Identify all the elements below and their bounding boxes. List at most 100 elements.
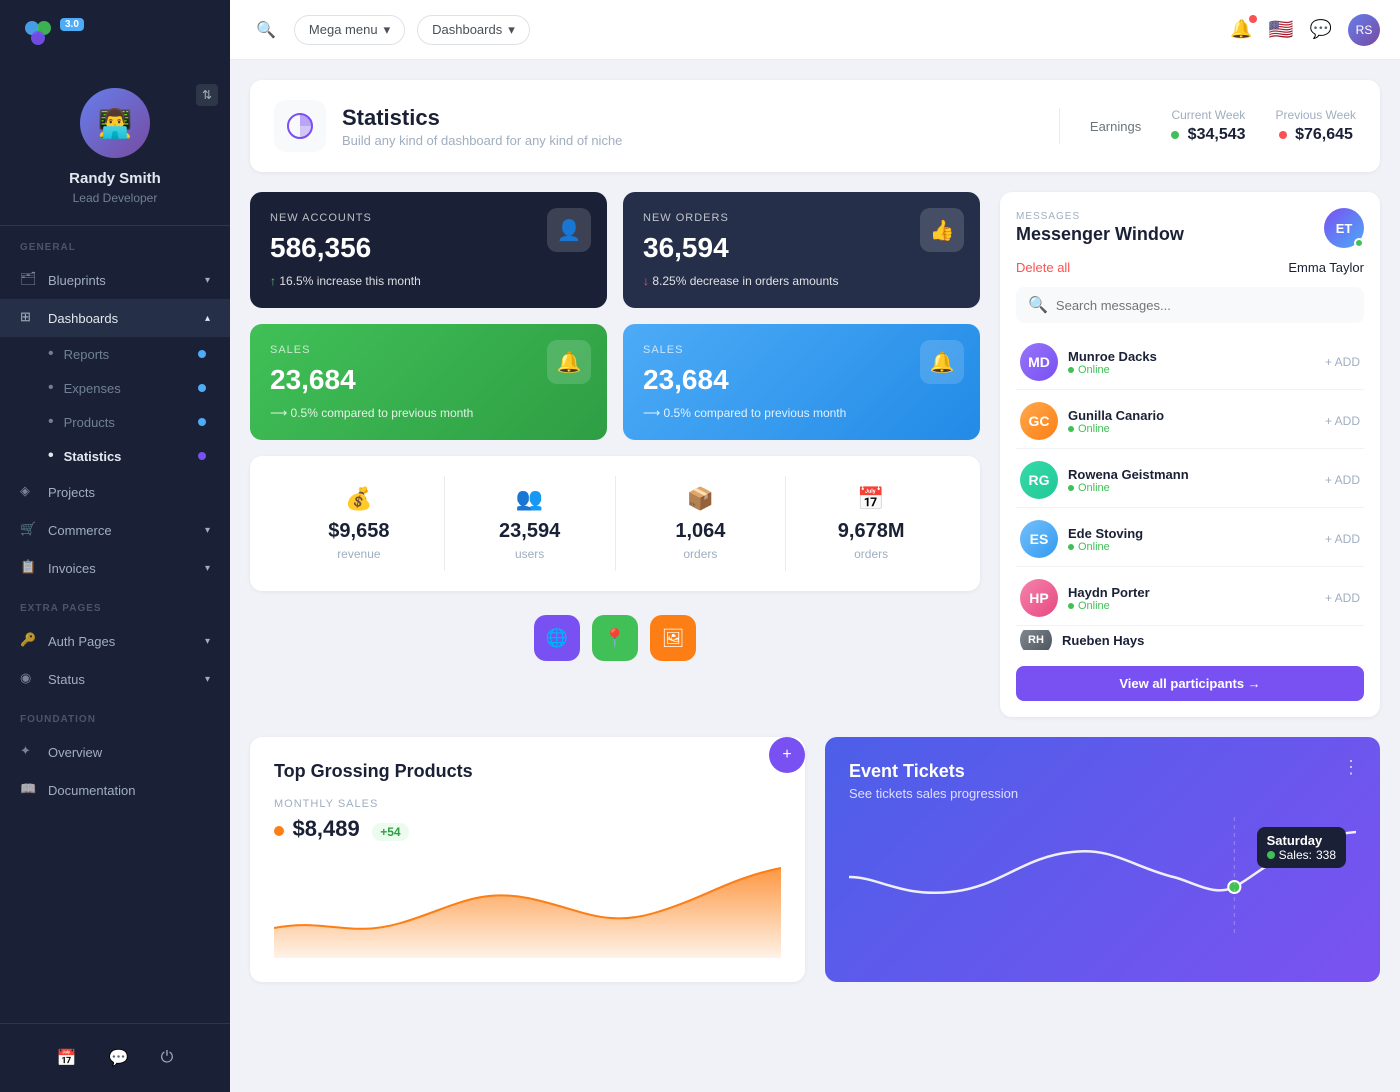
submenu-expenses[interactable]: Expenses <box>48 371 230 405</box>
contact-info-rowena: Rowena Geistmann Online <box>1068 467 1315 494</box>
contact-avatar-rueben: RH <box>1020 630 1052 650</box>
orders-icon: 📦 <box>626 486 776 512</box>
tooltip-day: Saturday <box>1267 833 1336 848</box>
contact-name-munroe: Munroe Dacks <box>1068 349 1315 364</box>
submenu-products[interactable]: Products <box>48 405 230 439</box>
sales-cyan-value: 23,684 <box>643 364 960 396</box>
power-button[interactable]: ⏻ <box>153 1040 182 1076</box>
sales-green-card: SALES 23,684 ⟶ 0.5% compared to previous… <box>250 324 607 440</box>
dashboards-arrow: ▾ <box>508 22 515 38</box>
grossing-stats: MONTHLY SALES $8,489 +54 <box>274 798 781 842</box>
chat-button[interactable]: 💬 <box>101 1040 137 1076</box>
event-title: Event Tickets <box>849 761 1356 782</box>
dashboards-icon: ⊞ <box>20 309 38 327</box>
calendar-button[interactable]: 📅 <box>49 1040 85 1076</box>
sales-green-label: SALES <box>270 344 587 356</box>
mega-menu-arrow: ▾ <box>384 22 391 38</box>
overview-icon: ✦ <box>20 743 38 761</box>
sales-cyan-label: SALES <box>643 344 960 356</box>
sidebar-item-invoices[interactable]: 📋 Invoices ▾ <box>0 549 230 587</box>
tooltip-dot <box>1267 851 1275 859</box>
flag-icon: 🇺🇸 <box>1269 17 1294 42</box>
add-gunilla-button[interactable]: + ADD <box>1325 414 1360 428</box>
page-title: Statistics <box>342 105 1043 131</box>
orders2-label: orders <box>796 547 946 561</box>
user-avatar-nav[interactable]: RS <box>1348 14 1380 46</box>
previous-dot <box>1279 131 1287 139</box>
add-rowena-button[interactable]: + ADD <box>1325 473 1360 487</box>
grossing-amount: $8,489 <box>292 816 359 841</box>
contact-name-gunilla: Gunilla Canario <box>1068 408 1315 423</box>
sidebar-item-overview[interactable]: ✦ Overview <box>0 733 230 771</box>
sidebar-item-dashboards[interactable]: ⊞ Dashboards ▴ <box>0 299 230 337</box>
mega-menu-label: Mega menu <box>309 22 378 37</box>
invoices-icon: 📋 <box>20 559 38 577</box>
version-badge: 3.0 <box>60 18 84 31</box>
main-content: 🔍 Mega menu ▾ Dashboards ▾ 🔔 🇺🇸 💬 RS <box>230 0 1400 1092</box>
notification-button[interactable]: 🔔 <box>1230 19 1252 40</box>
sidebar-item-documentation[interactable]: 📖 Documentation <box>0 771 230 809</box>
event-menu-button[interactable]: ⋮ <box>1342 757 1360 778</box>
globe-action-button[interactable]: 🌐 <box>534 615 580 661</box>
view-all-participants-button[interactable]: View all participants → <box>1016 666 1364 701</box>
submenu-reports[interactable]: Reports <box>48 337 230 371</box>
sidebar-item-commerce[interactable]: 🛒 Commerce ▾ <box>0 511 230 549</box>
orders2-icon: 📅 <box>796 486 946 512</box>
submenu-statistics[interactable]: Statistics <box>48 439 230 473</box>
delete-all-button[interactable]: Delete all <box>1016 260 1070 275</box>
products-dot <box>198 418 206 426</box>
docs-icon: 📖 <box>20 781 38 799</box>
overview-label: Overview <box>48 745 210 760</box>
sidebar-item-projects[interactable]: ◈ Projects <box>0 473 230 511</box>
add-grossing-button[interactable]: + <box>769 737 805 773</box>
users-value: 23,594 <box>455 520 605 543</box>
status-arrow-icon: ▾ <box>205 674 210 685</box>
stats-header-icon <box>274 100 326 152</box>
metrics-card: 💰 $9,658 revenue 👥 23,594 users 📦 1,064 … <box>250 456 980 591</box>
grossing-badge: +54 <box>372 823 408 841</box>
previous-week: Previous Week $76,645 <box>1276 108 1356 144</box>
dashboards-label: Dashboards <box>48 311 205 326</box>
mega-menu-dropdown[interactable]: Mega menu ▾ <box>294 15 405 45</box>
orders-value: 1,064 <box>626 520 776 543</box>
message-button[interactable]: 💬 <box>1310 19 1332 40</box>
new-orders-change: ↓ 8.25% decrease in orders amounts <box>643 274 960 288</box>
dashboards-dropdown[interactable]: Dashboards ▾ <box>417 15 530 45</box>
blueprints-label: Blueprints <box>48 273 205 288</box>
add-ede-button[interactable]: + ADD <box>1325 532 1360 546</box>
contact-info-munroe: Munroe Dacks Online <box>1068 349 1315 376</box>
chevron-up-icon: ▴ <box>205 313 210 324</box>
image-action-button[interactable]: 🖼 <box>650 615 696 661</box>
location-action-button[interactable]: 📍 <box>592 615 638 661</box>
messenger-header: MESSAGES Messenger Window ET <box>1016 208 1364 248</box>
contact-avatar-munroe: MD <box>1020 343 1058 381</box>
sidebar-item-blueprints[interactable]: 🗂 Blueprints ▾ <box>0 261 230 299</box>
contact-rowena: RG Rowena Geistmann Online + ADD <box>1016 453 1364 508</box>
current-week-amount: $34,543 <box>1171 126 1245 144</box>
messenger-header-text: MESSAGES Messenger Window <box>1016 211 1184 245</box>
message-search-input[interactable] <box>1056 298 1352 313</box>
sidebar-item-auth[interactable]: 🔑 Auth Pages ▾ <box>0 622 230 660</box>
blueprints-icon: 🗂 <box>20 271 38 289</box>
avatar-online-dot <box>1354 238 1364 248</box>
new-accounts-change: ↑ 16.5% increase this month <box>270 274 587 288</box>
orders2-value: 9,678M <box>796 520 946 543</box>
stats-header: Statistics Build any kind of dashboard f… <box>250 80 1380 172</box>
new-accounts-label: NEW ACCOUNTS <box>270 212 587 224</box>
left-column: NEW ACCOUNTS 586,356 ↑ 16.5% increase th… <box>250 192 980 717</box>
top-grossing-card: + Top Grossing Products MONTHLY SALES $8… <box>250 737 805 982</box>
general-section-label: GENERAL <box>0 226 230 261</box>
commerce-label: Commerce <box>48 523 205 538</box>
add-munroe-button[interactable]: + ADD <box>1325 355 1360 369</box>
event-tickets-card: ⋮ Event Tickets See tickets sales progre… <box>825 737 1380 982</box>
revenue-label: revenue <box>284 547 434 561</box>
collapse-button[interactable]: ⇅ <box>196 84 218 106</box>
sidebar-item-status[interactable]: ◉ Status ▾ <box>0 660 230 698</box>
bottom-grid: + Top Grossing Products MONTHLY SALES $8… <box>250 737 1380 982</box>
revenue-metric: 💰 $9,658 revenue <box>274 476 445 571</box>
auth-label: Auth Pages <box>48 634 205 649</box>
event-subtitle: See tickets sales progression <box>849 786 1356 801</box>
search-button[interactable]: 🔍 <box>250 14 282 46</box>
add-haydn-button[interactable]: + ADD <box>1325 591 1360 605</box>
event-tooltip: Saturday Sales: 338 <box>1257 827 1346 868</box>
